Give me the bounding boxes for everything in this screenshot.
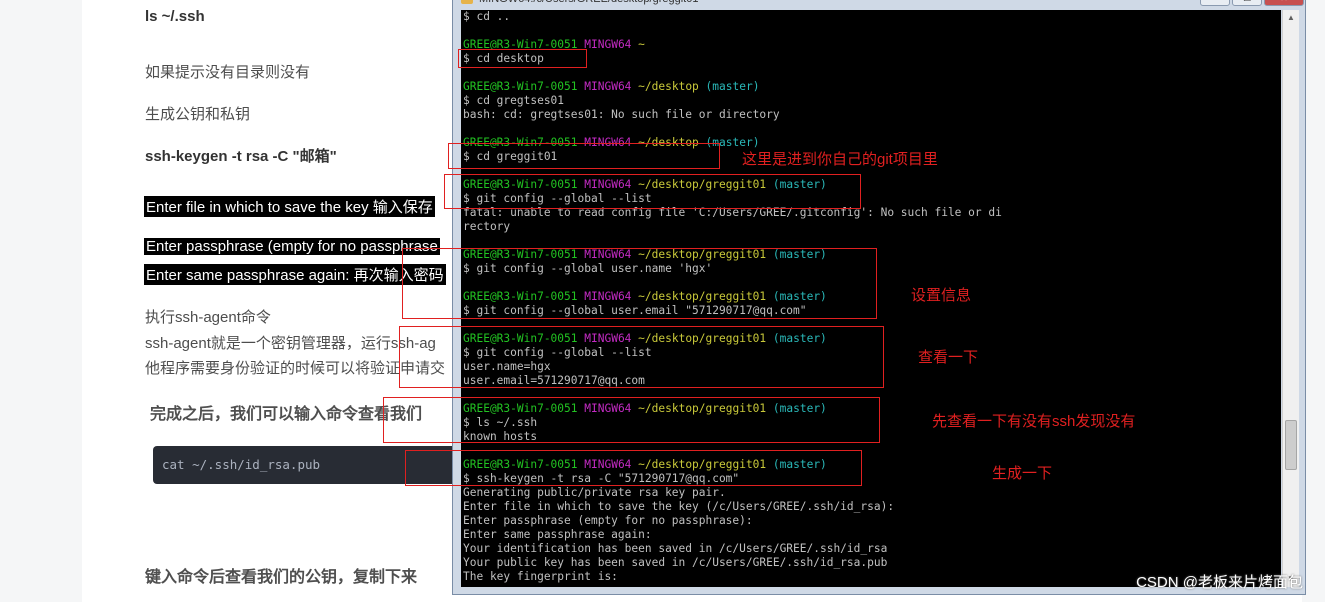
terminal-prompt-line: GREE@R3-Win7-0051 MINGW64 ~/desktop (mas… <box>463 80 759 94</box>
prompt-path: ~ <box>638 38 645 51</box>
article-after-done-heading: 完成之后，我们可以输入命令查看我们 <box>150 406 423 423</box>
csdn-watermark: CSDN @老板来片烤面包 <box>1136 574 1303 591</box>
terminal-output-line: Your identification has been saved in /c… <box>463 542 888 555</box>
annotation-box-ls-ssh <box>383 397 880 443</box>
annotation-box-cd-project <box>448 143 720 169</box>
annotation-note-set-info: 设置信息 <box>911 287 972 304</box>
article-keygen-cmd: ssh-keygen -t rsa -C "邮箱" <box>145 148 337 165</box>
terminal-command-line: $ cd gregtses01 <box>463 94 565 107</box>
terminal-command-line: $ cd .. <box>463 10 511 23</box>
article-enter-same: Enter same passphrase again: 再次输入密码 <box>144 264 446 285</box>
annotation-note-generate: 生成一下 <box>992 465 1053 482</box>
terminal-output-line: Enter passphrase (empty for no passphras… <box>463 514 753 527</box>
prompt-user: GREE@R3-Win7-0051 <box>463 80 578 93</box>
prompt-path: ~/desktop <box>638 80 699 93</box>
article-no-dir-note: 如果提示没有目录则没有 <box>145 64 311 81</box>
annotation-box-set-info <box>402 248 877 319</box>
annotation-note-check-ssh: 先查看一下有没有ssh发现没有 <box>932 413 1136 430</box>
annotation-note-check-it: 查看一下 <box>918 349 979 366</box>
terminal-output-line: Your public key has been saved in /c/Use… <box>463 556 888 569</box>
article-agent-desc-1: ssh-agent就是一个密钥管理器，运行ssh-ag <box>145 335 436 352</box>
annotation-box-cd-desktop <box>458 49 587 68</box>
prompt-branch: (master) <box>705 80 760 93</box>
article-code-cat: cat ~/.ssh/id_rsa.pub <box>162 457 321 472</box>
terminal-output-line: Enter same passphrase again: <box>463 528 652 541</box>
maximize-button[interactable]: ☐ <box>1232 0 1262 6</box>
article-exec-agent: 执行ssh-agent命令 <box>145 309 271 326</box>
article-gen-keys: 生成公钥和私钥 <box>145 106 251 123</box>
article-enter-file: Enter file in which to save the key 输入保存 <box>144 196 435 217</box>
scrollbar-thumb[interactable] <box>1285 420 1297 470</box>
terminal-output-line: bash: cd: gregtses01: No such file or di… <box>463 108 780 121</box>
close-button[interactable]: ✕ <box>1264 0 1304 6</box>
minimize-button[interactable]: — <box>1200 0 1230 6</box>
article-view-pub-heading: 键入命令后查看我们的公钥，复制下来 <box>145 569 418 586</box>
scroll-up-arrow-icon[interactable]: ▲ <box>1283 10 1299 26</box>
terminal-output-line: Enter file in which to save the key (/c/… <box>463 500 895 513</box>
article-cmd-ls: ls ~/.ssh <box>145 8 205 25</box>
annotation-box-check-config <box>399 326 884 388</box>
annotation-box-keygen <box>405 450 862 486</box>
prompt-system: MINGW64 <box>584 38 632 51</box>
annotation-note-enter-project: 这里是进到你自己的git项目里 <box>742 151 938 168</box>
terminal-scrollbar[interactable]: ▲ ▼ <box>1282 10 1299 587</box>
prompt-system: MINGW64 <box>584 80 632 93</box>
terminal-output-line: Generating public/private rsa key pair. <box>463 486 726 499</box>
article-enter-pass: Enter passphrase (empty for no passphras… <box>144 238 440 255</box>
terminal-output-line: rectory <box>463 220 511 233</box>
terminal-output-line: The key fingerprint is: <box>463 570 618 583</box>
terminal-title: MINGW64:/c/Users/GREE/desktop/greggit01 <box>453 0 1305 9</box>
annotation-box-git-list <box>444 174 861 209</box>
